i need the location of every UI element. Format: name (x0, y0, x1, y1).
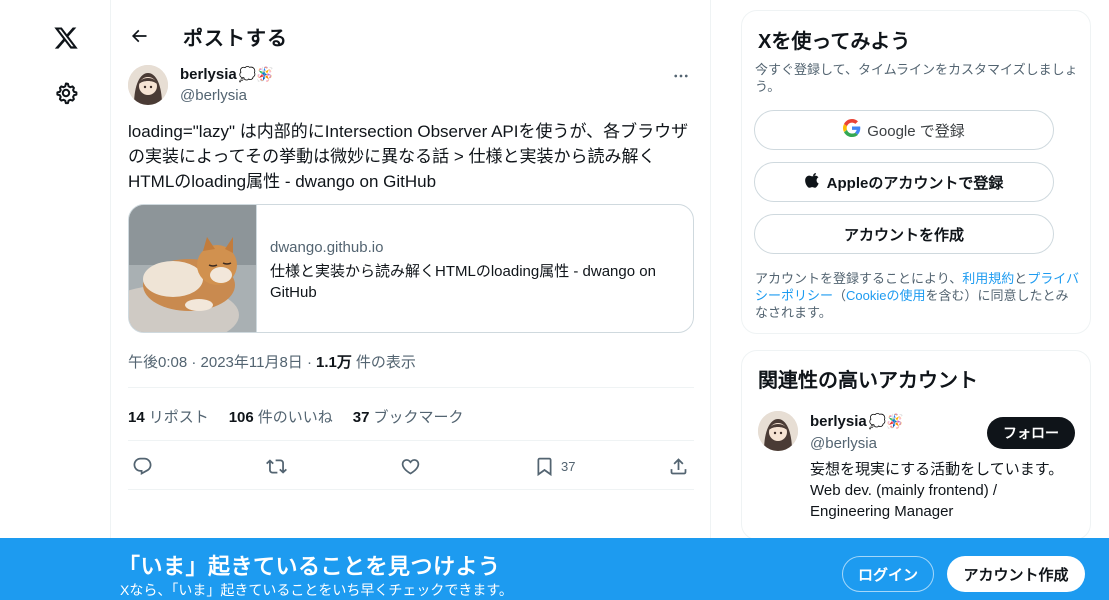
views-label: 件の表示 (355, 354, 416, 371)
signup-panel-subtitle: 今すぐ登録して、タイムラインをカスタマイズしましょう。 (755, 62, 1078, 94)
related-name: berlysia (810, 413, 867, 430)
create-account-button[interactable]: アカウントを作成 (754, 214, 1054, 254)
apple-icon (804, 171, 821, 193)
related-emoji: 💭🪅 (868, 413, 904, 429)
more-options-icon[interactable] (664, 65, 698, 87)
google-signup-button[interactable]: Google で登録 (754, 110, 1054, 150)
tweet-meta: 午後0:08 · 2023年11月8日 · 1.1万 件の表示 (128, 351, 416, 372)
card-title: 仕様と実装から読み解くHTMLのloading属性 - dwango on Gi… (270, 263, 656, 301)
related-panel-title: 関連性の高いアカウント (758, 370, 978, 392)
related-name-row[interactable]: berlysia 💭🪅 (810, 413, 904, 430)
apple-signup-label: Appleのアカウントで登録 (826, 174, 1004, 192)
share-icon[interactable] (668, 452, 689, 480)
terms-link[interactable]: 利用規約 (962, 271, 1014, 286)
follow-button[interactable]: フォロー (987, 417, 1075, 449)
bookmarks-count: 37 (352, 409, 370, 426)
divider (128, 489, 694, 490)
tweet-text: loading="lazy" は内部的にIntersection Observe… (128, 122, 689, 191)
banner-subtitle: Xなら、「いま」起きていることをいち早くチェックできます。 (120, 582, 513, 598)
tweet-actions: 37 (128, 452, 694, 480)
apple-signup-button[interactable]: Appleのアカウントで登録 (754, 162, 1054, 202)
arrow-left-icon[interactable] (121, 18, 157, 54)
google-icon (843, 119, 861, 141)
like-icon[interactable] (400, 452, 421, 480)
reposts-stat[interactable]: 14 リポスト (128, 406, 209, 427)
gear-icon[interactable] (44, 71, 88, 115)
reposts-label: リポスト (148, 409, 209, 426)
card-thumbnail (129, 205, 257, 332)
signup-button[interactable]: アカウント作成 (947, 556, 1085, 592)
page-title: ポストする (183, 28, 288, 50)
login-button[interactable]: ログイン (842, 556, 934, 592)
related-bio: 妄想を現実にする活動をしています。Web dev. (mainly fronte… (810, 461, 1064, 520)
related-handle[interactable]: @berlysia (810, 435, 877, 452)
likes-count: 106 (228, 409, 254, 426)
bookmarks-stat[interactable]: 37 ブックマーク (353, 406, 464, 427)
tweet-author: berlysia 💭🪅 @berlysia (128, 65, 698, 107)
terms-text: アカウントを登録することにより、利用規約とプライバシーポリシー（Cookieの使… (755, 270, 1080, 321)
repost-icon[interactable] (266, 452, 287, 480)
cookie-open: （ (833, 288, 847, 303)
divider (128, 440, 694, 441)
likes-label: 件のいいね (257, 409, 333, 426)
x-logo-icon[interactable] (44, 16, 88, 60)
bookmark-action-count: 37 (561, 458, 576, 474)
related-accounts-panel: 関連性の高いアカウント berlysia 💭🪅 @berlysia フォロー 妄… (741, 350, 1091, 540)
divider (128, 387, 694, 388)
views-count: 1.1万 (315, 354, 352, 371)
main-column: ポストする berlysia 💭🪅 @berlysia loading="laz… (111, 0, 711, 600)
google-signup-label: Google で登録 (867, 122, 965, 140)
author-emoji: 💭🪅 (238, 66, 274, 82)
author-handle[interactable]: @berlysia (180, 87, 247, 104)
card-domain: dwango.github.io (270, 239, 384, 256)
avatar[interactable] (128, 65, 168, 105)
bookmark-icon[interactable]: 37 (534, 452, 575, 480)
page-header: ポストする (111, 0, 711, 72)
right-sidebar: Xを使ってみよう 今すぐ登録して、タイムラインをカスタマイズしましょう。 Goo… (741, 0, 1091, 600)
link-card[interactable]: dwango.github.io 仕様と実装から読み解くHTMLのloading… (128, 204, 694, 333)
tweet-stats: 14 リポスト 106 件のいいね 37 ブックマーク (128, 406, 463, 427)
terms-and: と (1014, 271, 1028, 286)
likes-stat[interactable]: 106 件のいいね (229, 406, 333, 427)
left-navigation (0, 0, 111, 600)
signup-panel: Xを使ってみよう 今すぐ登録して、タイムラインをカスタマイズしましょう。 Goo… (741, 10, 1091, 334)
reply-icon[interactable] (132, 452, 153, 480)
signup-panel-title: Xを使ってみよう (758, 31, 911, 53)
tweet-time[interactable]: 午後0:08 · 2023年11月8日 · (128, 351, 312, 372)
terms-pre: アカウントを登録することにより、 (755, 271, 963, 286)
author-name: berlysia (180, 66, 237, 83)
avatar[interactable] (758, 411, 798, 451)
bottom-signup-banner: 「いま」起きていることを見つけよう Xなら、「いま」起きていることをいち早くチェ… (0, 538, 1109, 600)
author-name-row[interactable]: berlysia 💭🪅 (180, 66, 274, 83)
bookmarks-label: ブックマーク (373, 409, 464, 426)
banner-title: 「いま」起きていることを見つけよう (118, 554, 501, 579)
reposts-count: 14 (128, 409, 145, 426)
cookie-link[interactable]: Cookieの使用 (846, 288, 925, 303)
